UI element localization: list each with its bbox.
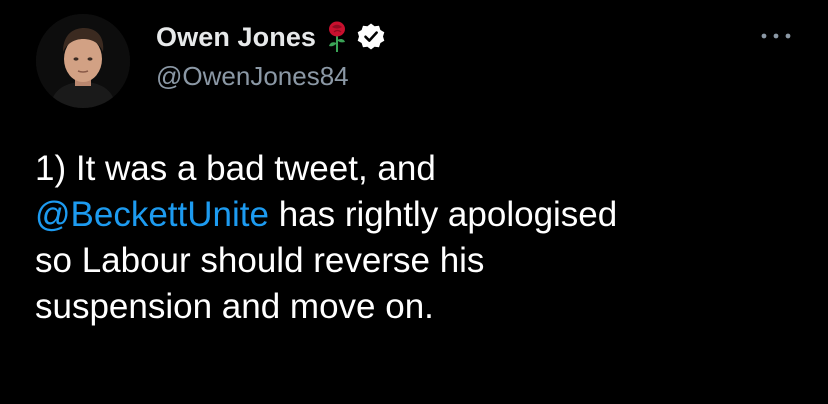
tweet-text-line-3: so Labour should reverse his	[35, 241, 485, 280]
tweet-text-line-2-rest: has rightly apologised	[268, 195, 618, 234]
avatar[interactable]	[36, 14, 130, 108]
tweet-text-line-1: 1) It was a bad tweet, and	[35, 149, 436, 188]
more-icon	[761, 33, 791, 39]
tweet: Owen Jones @OwenJones84 1) It was a bad …	[0, 0, 828, 404]
avatar-image	[36, 14, 130, 108]
tweet-text-line-4: suspension and move on.	[35, 287, 434, 326]
verified-icon	[356, 22, 386, 52]
author-name-row: Owen Jones	[156, 20, 386, 54]
tweet-text-line-2: @BeckettUnite has rightly apologised	[35, 192, 805, 238]
rose-icon	[326, 21, 348, 53]
author-handle[interactable]: @OwenJones84	[156, 61, 349, 92]
tweet-text: 1) It was a bad tweet, and @BeckettUnite…	[35, 146, 805, 330]
mention-link[interactable]: @BeckettUnite	[35, 195, 269, 234]
author-display-name[interactable]: Owen Jones	[156, 22, 316, 53]
more-options-button[interactable]	[760, 26, 792, 46]
